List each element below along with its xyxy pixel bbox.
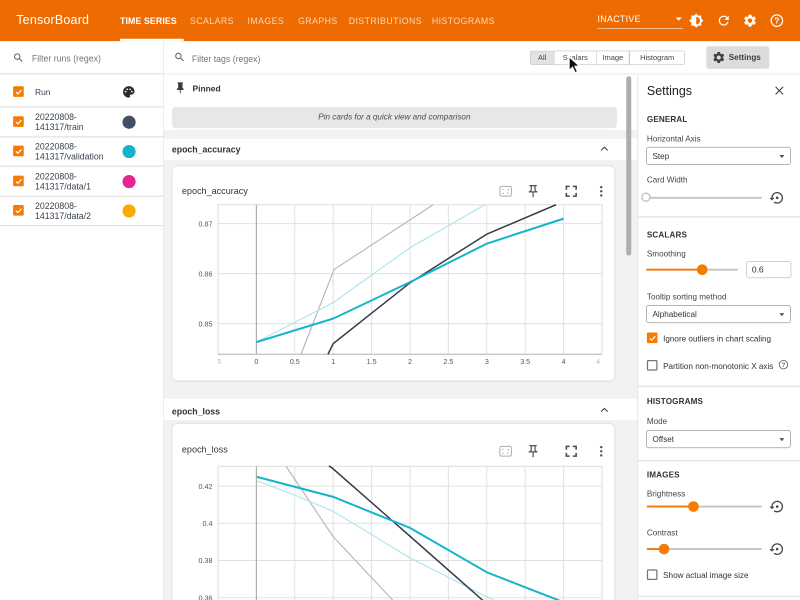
svg-text:?: ?: [774, 16, 779, 26]
svg-text:?: ?: [782, 362, 786, 369]
svg-text:4: 4: [562, 358, 566, 366]
svg-text:2.5: 2.5: [443, 358, 453, 366]
svg-text:3.5: 3.5: [520, 358, 530, 366]
svg-text:2: 2: [408, 358, 412, 366]
svg-text:0.38: 0.38: [199, 557, 213, 565]
svg-text:4: 4: [596, 358, 600, 366]
svg-text:1.5: 1.5: [367, 358, 377, 366]
svg-text:0.4: 0.4: [203, 520, 213, 528]
svg-text:5: 5: [217, 358, 221, 366]
svg-text:0.36: 0.36: [199, 594, 213, 600]
svg-text:0.87: 0.87: [199, 220, 213, 228]
svg-text:3: 3: [485, 358, 489, 366]
svg-text:1: 1: [331, 358, 335, 366]
svg-text:0.85: 0.85: [199, 320, 213, 328]
svg-text:0.86: 0.86: [199, 270, 213, 278]
svg-text:0: 0: [254, 358, 258, 366]
svg-text:0.42: 0.42: [199, 483, 213, 491]
svg-text:0.5: 0.5: [290, 358, 300, 366]
